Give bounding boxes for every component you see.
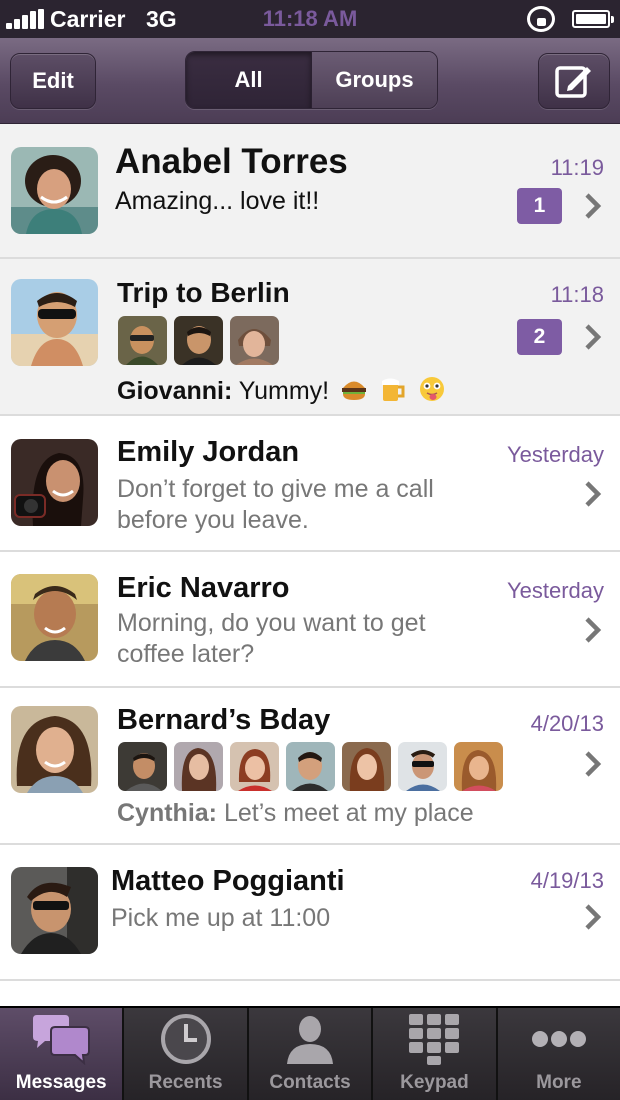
message-preview: Amazing... love it!! — [115, 187, 320, 215]
conversation-row[interactable]: Emily Jordan Don’t forget to give me a c… — [0, 416, 620, 552]
member-avatar — [118, 316, 167, 365]
member-avatar — [174, 316, 223, 365]
contact-name: Eric Navarro — [117, 572, 290, 604]
beer-mug-emoji — [382, 378, 405, 401]
message-preview-line1: Don’t forget to give me a call — [117, 475, 434, 503]
message-preview-line2: before you leave. — [117, 506, 309, 534]
message-preview-line2: coffee later? — [117, 640, 255, 668]
unread-badge: 1 — [517, 188, 562, 224]
avatar — [11, 439, 98, 526]
message-preview: Cynthia: Let’s meet at my place — [117, 798, 474, 829]
keypad-icon — [409, 1014, 460, 1065]
compose-button[interactable] — [538, 53, 610, 109]
compose-icon — [555, 66, 591, 98]
avatar — [11, 279, 98, 366]
conversation-row[interactable]: Matteo Poggianti Pick me up at 11:00 4/1… — [0, 845, 620, 981]
tab-keypad[interactable]: Keypad — [373, 1008, 498, 1100]
avatar — [11, 867, 98, 954]
member-avatar — [286, 742, 335, 791]
member-avatar — [118, 742, 167, 791]
message-preview: Giovanni: Yummy! — [117, 375, 446, 407]
member-avatar — [398, 742, 447, 791]
orientation-lock-icon — [527, 6, 555, 32]
timestamp: 4/19/13 — [530, 868, 604, 893]
group-members — [118, 316, 279, 365]
contact-name: Anabel Torres — [115, 142, 348, 181]
tab-more[interactable]: More — [497, 1008, 620, 1100]
tab-contacts[interactable]: Contacts — [248, 1008, 374, 1100]
unread-badge: 2 — [517, 319, 562, 355]
clock-icon — [160, 1014, 211, 1064]
tongue-out-emoji — [419, 377, 444, 401]
chevron-right-icon — [585, 751, 602, 777]
edit-button[interactable]: Edit — [10, 53, 96, 109]
member-avatar — [174, 742, 223, 791]
timestamp: Yesterday — [506, 442, 604, 467]
tab-label: Messages — [15, 1072, 107, 1093]
avatar — [11, 574, 98, 661]
message-preview-line1: Morning, do you want to get — [117, 609, 426, 637]
avatar — [11, 147, 98, 234]
chevron-right-icon — [585, 481, 602, 507]
sender-name: Giovanni: — [117, 377, 233, 405]
burger-emoji — [342, 381, 367, 400]
chevron-right-icon — [585, 193, 602, 219]
tab-label: Contacts — [269, 1072, 351, 1093]
tab-label: Recents — [148, 1072, 223, 1093]
filter-segmented-control: All Groups — [185, 51, 438, 109]
group-members — [118, 742, 503, 791]
navigation-bar: Edit All Groups — [0, 38, 620, 124]
battery-icon — [572, 10, 614, 28]
timestamp: 11:18 — [550, 282, 604, 307]
member-avatar — [342, 742, 391, 791]
more-dots-icon — [531, 1031, 586, 1047]
member-avatar — [230, 742, 279, 791]
timestamp: 11:19 — [550, 155, 604, 180]
chevron-right-icon — [585, 617, 602, 643]
group-name: Bernard’s Bday — [117, 704, 331, 736]
tab-label: More — [536, 1072, 582, 1093]
segment-groups[interactable]: Groups — [312, 52, 437, 108]
status-bar: Carrier 3G 11:18 AM — [0, 0, 620, 38]
conversation-row[interactable]: Eric Navarro Morning, do you want to get… — [0, 552, 620, 688]
conversation-list: Anabel Torres Amazing... love it!! 11:19… — [0, 124, 620, 1006]
tab-label: Keypad — [400, 1072, 469, 1093]
tab-recents[interactable]: Recents — [124, 1008, 249, 1100]
message-text: Let’s meet at my place — [217, 799, 474, 827]
group-name: Trip to Berlin — [117, 277, 290, 308]
timestamp: Yesterday — [506, 578, 604, 603]
conversation-row[interactable]: Anabel Torres Amazing... love it!! 11:19… — [0, 124, 620, 259]
segment-all[interactable]: All — [186, 52, 312, 108]
chevron-right-icon — [585, 904, 602, 930]
chat-bubbles-icon — [33, 1015, 91, 1065]
contact-name: Matteo Poggianti — [111, 865, 345, 897]
message-text: Yummy! — [232, 377, 330, 405]
tab-messages[interactable]: Messages — [0, 1008, 125, 1100]
member-avatar — [230, 316, 279, 365]
conversation-row[interactable]: Bernard’s Bday 4/20/13 Cynthia: Let’s me… — [0, 688, 620, 845]
sender-name: Cynthia: — [117, 799, 217, 827]
person-icon — [287, 1016, 334, 1064]
contact-name: Emily Jordan — [117, 436, 300, 468]
conversation-row[interactable]: Trip to Berlin 11:18 Giovanni: Yummy! 2 — [0, 259, 620, 416]
member-avatar — [454, 742, 503, 791]
timestamp: 4/20/13 — [530, 711, 604, 736]
message-preview: Pick me up at 11:00 — [111, 904, 331, 932]
tab-bar: Messages Recents Contacts Keypad More — [0, 1006, 620, 1100]
avatar — [11, 706, 98, 793]
chevron-right-icon — [585, 324, 602, 350]
